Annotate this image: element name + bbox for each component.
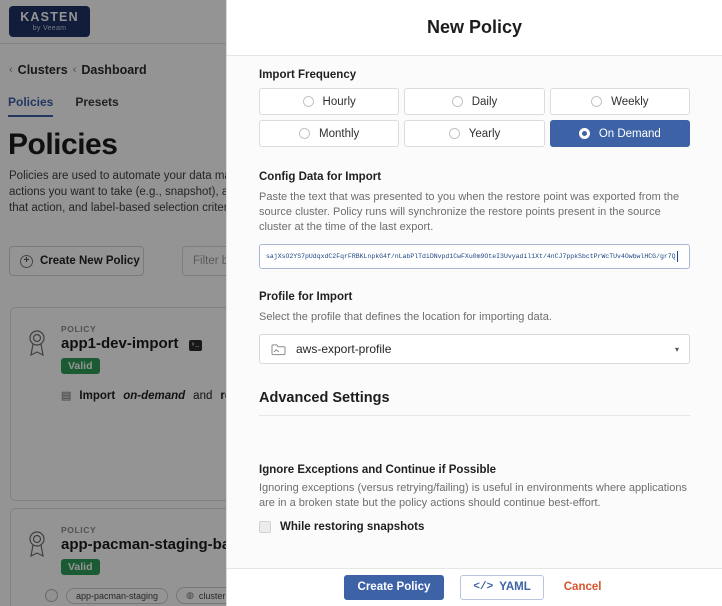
modal-header: New Policy: [227, 0, 722, 56]
profile-select[interactable]: aws-export-profile ▾: [259, 334, 690, 364]
summary-prefix: Import: [79, 389, 116, 402]
config-data-help: Paste the text that was presented to you…: [259, 191, 680, 233]
policy-card[interactable]: POLICY app-pacman-staging-backup Valid a…: [10, 508, 226, 606]
chevron-left-icon: ‹: [9, 64, 13, 76]
new-policy-modal: New Policy Import Frequency Hourly Daily…: [226, 0, 722, 606]
tab-bar: Policies Presets: [8, 95, 119, 117]
app-root: KASTEN by Veeam ‹ Clusters ‹ Dashboard P…: [0, 0, 722, 606]
selector-dot-icon: [45, 589, 58, 602]
background-app-content: KASTEN by Veeam ‹ Clusters ‹ Dashboard P…: [0, 0, 226, 606]
filter-input[interactable]: Filter by: [182, 246, 226, 276]
breadcrumb-item-dashboard[interactable]: Dashboard: [81, 63, 146, 77]
radio-icon: [591, 96, 603, 107]
profile-selected-value: aws-export-profile: [296, 342, 392, 356]
frequency-option-weekly-label: Weekly: [611, 95, 649, 108]
terminal-icon[interactable]: ›_: [188, 340, 202, 351]
chip-cluster-label: cluster-sc: [198, 590, 226, 601]
while-restoring-snapshots-label: While restoring snapshots: [280, 521, 425, 533]
profile-help: Select the profile that defines the loca…: [259, 311, 552, 323]
globe-icon: ◍: [186, 590, 194, 600]
ignore-exceptions-title: Ignore Exceptions and Continue if Possib…: [259, 464, 497, 476]
frequency-option-weekly[interactable]: Weekly: [549, 88, 690, 115]
status-badge: Valid: [61, 358, 100, 374]
frequency-option-daily-label: Daily: [471, 95, 498, 108]
policy-card-title: app-pacman-staging-backup: [61, 536, 226, 553]
tab-presets[interactable]: Presets: [75, 95, 118, 117]
config-data-value: sajXsO2YS7pUdqxdC2FqrFRBKLnpkG4f/nLabPlT…: [266, 253, 676, 260]
cancel-button[interactable]: Cancel: [560, 576, 606, 600]
frequency-option-yearly-label: Yearly: [468, 127, 501, 140]
breadcrumb-item-clusters[interactable]: Clusters: [18, 63, 68, 77]
policy-card-kicker: POLICY: [61, 525, 97, 535]
policy-card-title: app1-dev-import ›_: [61, 335, 202, 352]
frequency-option-monthly-label: Monthly: [319, 127, 360, 140]
policy-card-kicker: POLICY: [61, 324, 97, 334]
top-bar: KASTEN by Veeam: [0, 0, 226, 44]
folder-icon: [271, 343, 286, 356]
chip-namespace[interactable]: app-pacman-staging: [66, 587, 169, 604]
frequency-option-yearly[interactable]: Yearly: [404, 120, 545, 147]
policy-card-chip-row: app-pacman-staging ◍ cluster-sc: [45, 587, 226, 604]
policy-card[interactable]: POLICY app1-dev-import ›_ Valid ▤ Import …: [10, 307, 226, 501]
policy-card-title-text: app1-dev-import: [61, 335, 179, 352]
import-frequency-label: Import Frequency: [259, 69, 357, 81]
summary-emphasis: on-demand: [123, 389, 186, 402]
chip-namespace-label: app-pacman-staging: [76, 590, 159, 601]
modal-body: Import Frequency Hourly Daily Weekly Mon…: [227, 56, 722, 568]
chip-cluster[interactable]: ◍ cluster-sc: [176, 587, 226, 604]
frequency-option-on-demand-label: On Demand: [598, 127, 661, 140]
background-app: KASTEN by Veeam ‹ Clusters ‹ Dashboard P…: [0, 0, 226, 606]
frequency-option-monthly[interactable]: Monthly: [259, 120, 400, 147]
radio-icon: [302, 96, 314, 107]
chevron-left-icon-2: ‹: [72, 64, 77, 76]
config-data-label: Config Data for Import: [259, 171, 382, 183]
radio-icon: [451, 96, 463, 107]
plus-circle-icon: +: [20, 254, 33, 268]
status-badge: Valid: [61, 559, 100, 575]
config-data-input[interactable]: sajXsO2YS7pUdqxdC2FqrFRBKLnpkG4f/nLabPlT…: [259, 244, 690, 269]
filter-placeholder: Filter by: [193, 255, 226, 267]
yaml-button-label: YAML: [499, 580, 531, 593]
modal-title: New Policy: [426, 17, 523, 37]
award-ribbon-icon: [29, 330, 45, 356]
award-ribbon-icon: [29, 531, 45, 557]
import-frequency-options: Hourly Daily Weekly Monthly Yearly On De…: [259, 88, 690, 147]
frequency-option-on-demand[interactable]: On Demand: [549, 120, 690, 147]
radio-icon: [448, 128, 460, 139]
advanced-settings-title: Advanced Settings: [259, 390, 690, 416]
summary-mid: and: [193, 389, 213, 402]
radio-selected-icon: [578, 128, 590, 139]
frequency-option-hourly-label: Hourly: [322, 95, 356, 108]
policy-card-title-text: app-pacman-staging-backup: [61, 536, 226, 553]
checkbox-icon[interactable]: [259, 521, 271, 533]
policy-card-summary: ▤ Import on-demand and restore after imp…: [61, 389, 226, 403]
yaml-button[interactable]: </> YAML: [460, 574, 544, 601]
profile-label: Profile for Import: [259, 291, 353, 303]
chevron-down-icon[interactable]: ▾: [675, 345, 679, 354]
while-restoring-snapshots-row[interactable]: While restoring snapshots: [259, 521, 690, 533]
create-policy-button[interactable]: Create Policy: [343, 574, 445, 601]
tab-policies[interactable]: Policies: [8, 95, 54, 117]
frequency-option-daily[interactable]: Daily: [404, 88, 545, 115]
breadcrumb: ‹ Clusters ‹ Dashboard: [9, 63, 147, 77]
frequency-option-hourly[interactable]: Hourly: [259, 88, 400, 115]
page-title: Policies: [8, 128, 118, 161]
create-new-policy-label: Create New Policy: [40, 255, 140, 267]
create-new-policy-button[interactable]: + Create New Policy: [9, 246, 144, 276]
kasten-logo[interactable]: KASTEN by Veeam: [9, 6, 90, 37]
ignore-exceptions-help: Ignoring exceptions (versus retrying/fai…: [259, 482, 687, 509]
code-icon: </>: [473, 581, 494, 593]
logo-secondary-text: by Veeam: [32, 25, 67, 33]
text-caret: [676, 251, 678, 262]
logo-primary-text: KASTEN: [20, 9, 79, 24]
page-description: Policies are used to automate your data …: [9, 170, 226, 214]
modal-footer: Create Policy </> YAML Cancel: [227, 568, 722, 606]
radio-icon: [299, 128, 311, 139]
calendar-icon: ▤: [61, 390, 72, 402]
